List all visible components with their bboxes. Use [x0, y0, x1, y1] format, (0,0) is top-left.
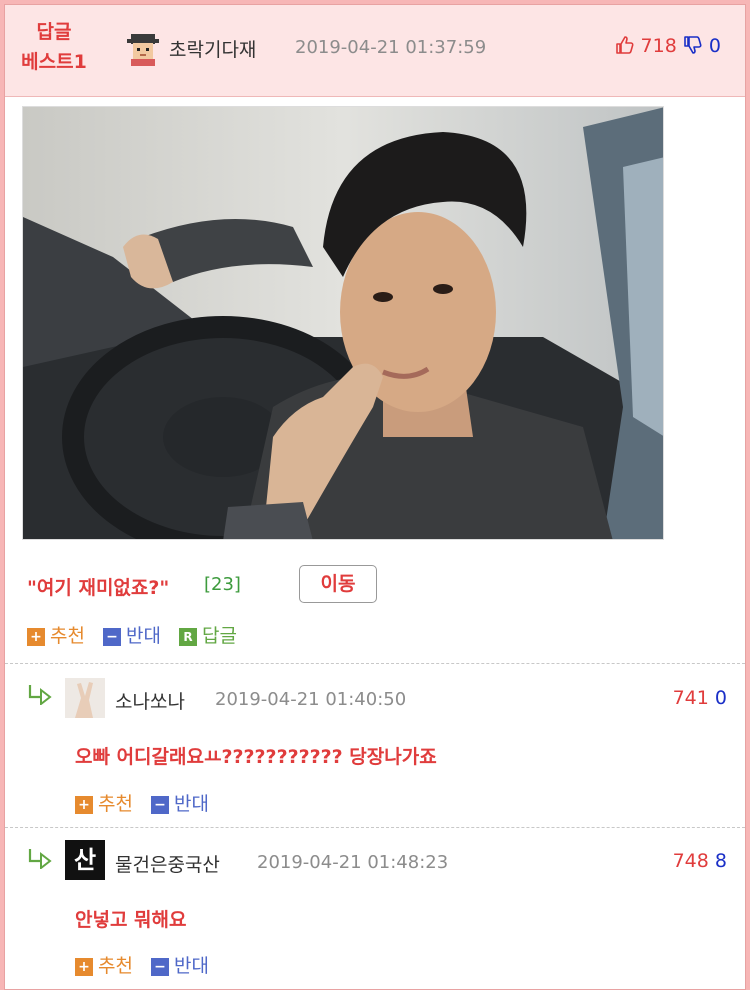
oppose-button[interactable]: − 반대 [151, 951, 209, 978]
upvote-count: 748 [672, 850, 709, 872]
post-datetime: 2019-04-21 01:40:50 [215, 689, 407, 710]
downvote-count: 0 [714, 687, 727, 709]
best-badge: 답글 베스트1 [17, 17, 91, 77]
plus-icon: + [27, 628, 45, 646]
plus-icon: + [75, 958, 93, 976]
post-datetime: 2019-04-21 01:48:23 [257, 852, 449, 873]
recommend-button[interactable]: + 추천 [27, 621, 85, 648]
thumbs-down-icon[interactable] [683, 35, 703, 60]
move-button[interactable]: 이동 [299, 565, 377, 603]
best-reply-header: 답글 베스트1 초락기다재 2019-04-21 01:37:59 718 0 [5, 5, 745, 97]
post-actions: + 추천 − 반대 R 답글 [27, 621, 249, 648]
author-name[interactable]: 소나쏘나 [115, 687, 185, 714]
minus-icon: − [103, 628, 122, 646]
post-photo[interactable] [22, 106, 664, 540]
oppose-label: 반대 [126, 625, 161, 647]
comment-panel: 답글 베스트1 초락기다재 2019-04-21 01:37:59 718 0 … [4, 4, 746, 990]
vote-counts: 718 0 [615, 35, 721, 60]
reply-button[interactable]: R 답글 [179, 621, 237, 648]
recommend-button[interactable]: + 추천 [75, 951, 133, 978]
recommend-label: 추천 [50, 625, 85, 647]
recommend-label: 추천 [98, 955, 133, 977]
upvote-count: 718 [640, 35, 677, 57]
reply-actions: + 추천 − 반대 [75, 789, 221, 816]
reply-icon: R [179, 628, 198, 646]
upvote-count: 741 [672, 687, 709, 709]
vote-counts: 748 8 [673, 850, 727, 872]
reply-arrow-icon [27, 847, 57, 871]
avatar[interactable] [65, 678, 105, 718]
reply-label: 답글 [202, 625, 237, 647]
thumbs-up-icon[interactable] [615, 35, 635, 60]
vote-counts: 741 0 [673, 687, 727, 709]
reply-actions: + 추천 − 반대 [75, 951, 221, 978]
divider [5, 663, 745, 664]
oppose-button[interactable]: − 반대 [103, 621, 161, 648]
avatar[interactable] [125, 30, 161, 66]
author-name[interactable]: 물건은중국산 [115, 850, 220, 877]
minus-icon: − [151, 796, 170, 814]
badge-line-2: 베스트1 [21, 51, 87, 73]
oppose-label: 반대 [174, 793, 209, 815]
plus-icon: + [75, 796, 93, 814]
author-name[interactable]: 초락기다재 [169, 35, 256, 62]
reply-text: 오빠 어디갈래요ㅛ??????????? 당장나가죠 [75, 746, 437, 768]
reply-text: 안넣고 뭐해요 [75, 909, 187, 931]
downvote-count: 8 [714, 850, 727, 872]
minus-icon: − [151, 958, 170, 976]
recommend-button[interactable]: + 추천 [75, 789, 133, 816]
reply-count: [23] [204, 574, 241, 595]
recommend-label: 추천 [98, 793, 133, 815]
reply-arrow-icon [27, 683, 57, 707]
downvote-count: 0 [708, 35, 721, 57]
post-datetime: 2019-04-21 01:37:59 [295, 37, 487, 58]
badge-line-1: 답글 [36, 21, 72, 43]
oppose-label: 반대 [174, 955, 209, 977]
oppose-button[interactable]: − 반대 [151, 789, 209, 816]
divider [5, 827, 745, 828]
avatar[interactable]: 산 [65, 840, 105, 880]
post-title[interactable]: "여기 재미없죠?" [27, 573, 169, 600]
